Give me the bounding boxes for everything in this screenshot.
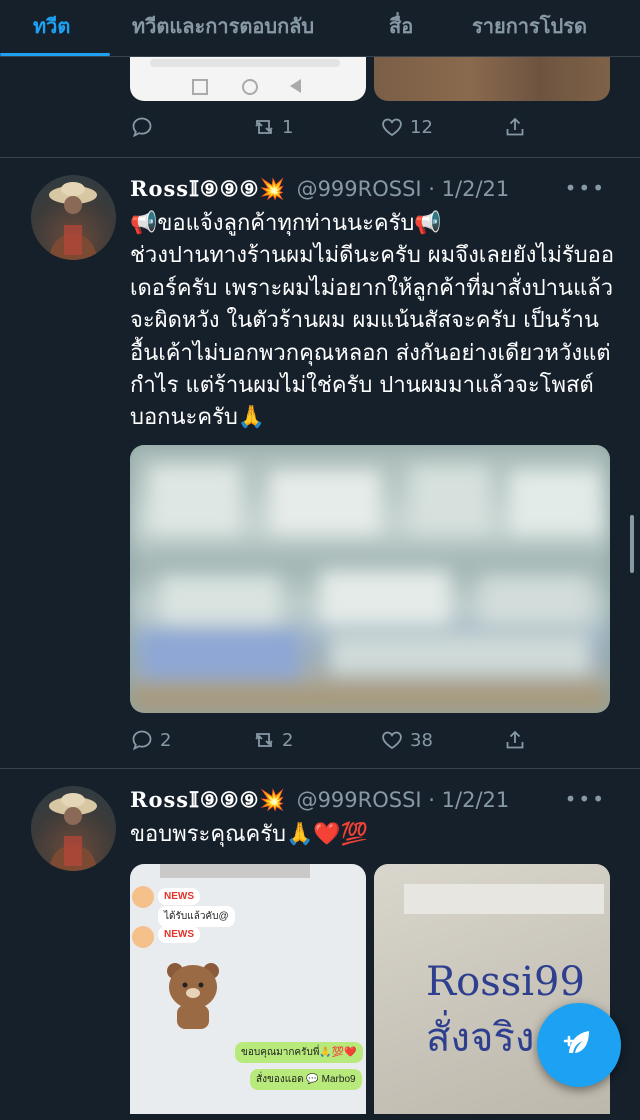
retweet-button[interactable]: 2 (252, 728, 293, 752)
reply-button[interactable] (130, 115, 160, 139)
reply-icon (132, 730, 152, 751)
tweet-text: ขอบพระคุณครับ🙏❤️💯 (130, 822, 369, 847)
tweet-image-package[interactable] (374, 57, 610, 101)
tweet-image-screenshot[interactable] (130, 57, 366, 101)
like-button[interactable]: 12 (380, 115, 433, 139)
tweet-image-blurred[interactable] (130, 445, 610, 713)
tweet-date[interactable]: 1/2/21 (442, 177, 510, 201)
retweet-button[interactable]: 1 (252, 115, 293, 139)
tweet-image-chat-screenshot[interactable]: NEWS ได้รับแล้วคับ@ NEWS ขอบคุณมากครับพี… (130, 864, 366, 1114)
tab-tweets-and-replies[interactable]: ทวีตและการตอบกลับ (132, 10, 314, 42)
reply-count: 2 (160, 729, 172, 751)
compose-tweet-button[interactable] (537, 1003, 621, 1087)
avatar-photo (49, 182, 97, 260)
handle[interactable]: @999ROSSI (297, 177, 422, 201)
tab-tweets[interactable]: ทวีต (33, 10, 70, 42)
tweet-header: Ross𝕀⑨⑨⑨💥 @999ROSSI · 1/2/21 (130, 176, 510, 201)
chat-news-label: NEWS (158, 888, 200, 905)
chat-news-label-2: NEWS (158, 926, 200, 943)
share-icon (506, 117, 524, 136)
display-name[interactable]: Ross𝕀⑨⑨⑨💥 (130, 787, 287, 812)
avatar-photo (49, 793, 97, 871)
reply-icon (132, 117, 152, 138)
tweet-actions: 2 2 38 (130, 728, 530, 758)
tweet-header: Ross𝕀⑨⑨⑨💥 @999ROSSI · 1/2/21 (130, 787, 510, 812)
heart-icon (382, 731, 402, 750)
compose-feather-icon (563, 1031, 589, 1053)
more-options-icon[interactable]: ••• (565, 176, 606, 200)
retweet-icon (255, 733, 273, 747)
share-button[interactable] (503, 115, 527, 139)
chat-message-thanks: ขอบคุณมากครับพี่🙏💯❤️ (235, 1042, 363, 1063)
tab-likes[interactable]: รายการโปรด (472, 10, 587, 42)
share-icon (506, 730, 524, 749)
retweet-count: 2 (282, 729, 294, 751)
avatar[interactable] (31, 175, 116, 260)
more-options-icon[interactable]: ••• (565, 787, 606, 811)
handle[interactable]: @999ROSSI (297, 788, 422, 812)
tweet-text: 📢ขอแจ้งลูกค้าทุกท่านนะครับ📢 ช่วงปานทางร้… (130, 211, 615, 431)
heart-icon (382, 118, 402, 137)
share-button[interactable] (503, 728, 527, 752)
chat-message-order: สั่งของแอด 💬 Marbo9 (250, 1069, 362, 1090)
like-count: 12 (410, 116, 433, 138)
like-count: 38 (410, 729, 433, 751)
profile-tabs: ทวีต ทวีตและการตอบกลับ สื่อ รายการโปรด (0, 0, 640, 57)
avatar[interactable] (31, 786, 116, 871)
tweet-actions: 1 12 (130, 115, 530, 145)
tweet-announcement[interactable]: Ross𝕀⑨⑨⑨💥 @999ROSSI · 1/2/21 ••• 📢ขอแจ้งล… (0, 158, 640, 769)
scrollbar[interactable] (630, 515, 634, 573)
bear-sticker (167, 963, 219, 1029)
tweet-previous[interactable]: 1 12 (0, 57, 640, 158)
active-tab-indicator (0, 53, 110, 56)
retweet-icon (255, 120, 273, 134)
retweet-count: 1 (282, 116, 294, 138)
display-name[interactable]: Ross𝕀⑨⑨⑨💥 (130, 176, 287, 201)
reply-button[interactable]: 2 (130, 728, 171, 752)
tab-media[interactable]: สื่อ (389, 10, 413, 42)
chat-message-received: ได้รับแล้วคับ@ (158, 906, 235, 927)
tweet-date[interactable]: 1/2/21 (442, 788, 510, 812)
like-button[interactable]: 38 (380, 728, 433, 752)
